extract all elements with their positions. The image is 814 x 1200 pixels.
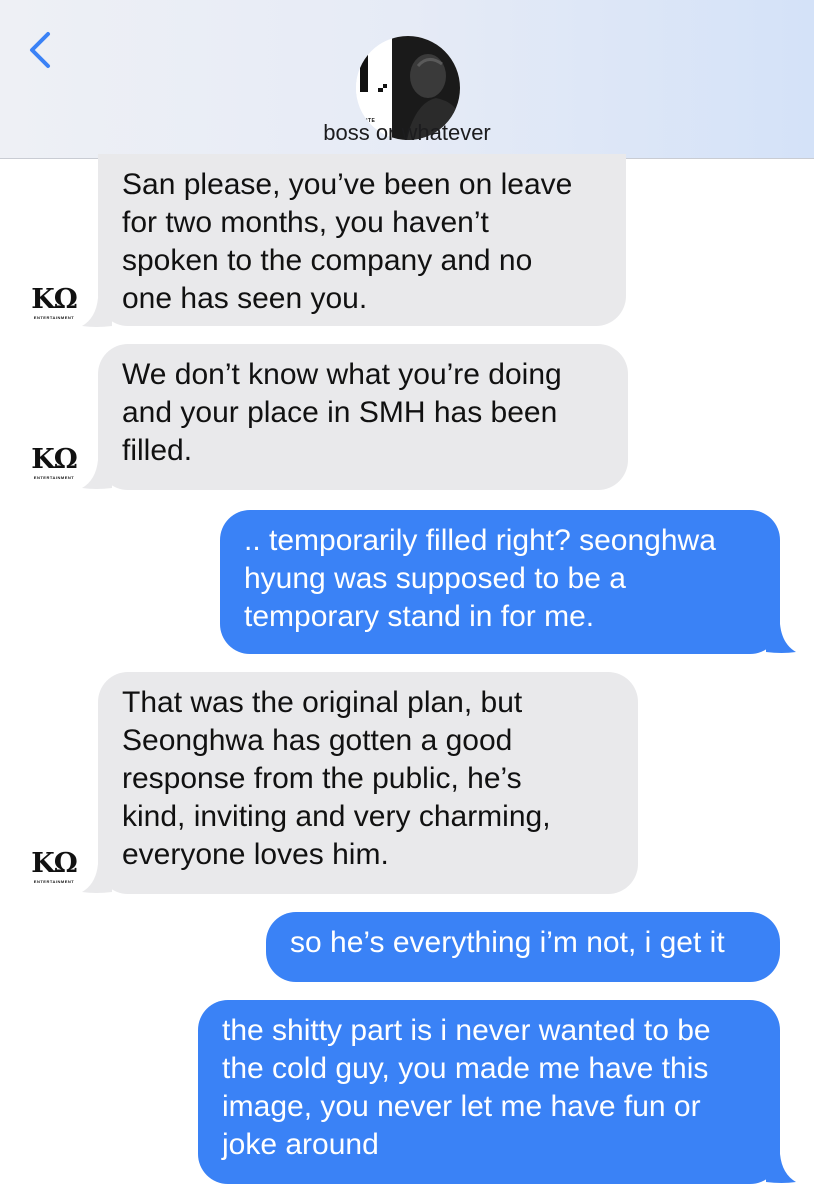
message-line: kind, inviting and very charming, <box>122 800 551 833</box>
message-bubble-received[interactable]: That was the original plan, but Seonghwa… <box>98 672 638 894</box>
bubble-tail <box>82 298 112 327</box>
logo-mark: KΩ <box>31 848 78 879</box>
bubble-tail <box>82 864 112 893</box>
sender-logo: KΩ ENTERTAINMENT <box>30 446 78 486</box>
message-line: That was the original plan, but <box>122 686 523 719</box>
conversation-header: I ENTE boss or whatever <box>0 0 814 159</box>
message-line: one has seen you. <box>122 282 368 315</box>
sender-logo: KΩ ENTERTAINMENT <box>30 850 78 890</box>
logo-mark: KΩ <box>31 284 78 315</box>
message-line: for two months, you haven’t <box>122 206 489 239</box>
message-bubble-sent[interactable]: so he’s everything i’m not, i get it <box>266 912 780 982</box>
message-line: the shitty part is i never wanted to be <box>222 1014 711 1047</box>
message-line: filled. <box>122 434 193 467</box>
message-line: and your place in SMH has been <box>122 396 558 429</box>
bubble-tail <box>766 1154 796 1183</box>
contact-name[interactable]: boss or whatever <box>0 120 814 146</box>
bubble-tail <box>766 624 796 653</box>
message-line: San please, you’ve been on leave <box>122 168 573 201</box>
chevron-left-icon <box>30 32 50 68</box>
message-bubble-received[interactable]: San please, you’ve been on leave for two… <box>98 154 626 326</box>
message-bubble-sent[interactable]: the shitty part is i never wanted to be … <box>198 1000 780 1184</box>
message-line: so he’s everything i’m not, i get it <box>290 926 725 959</box>
logo-subtitle: ENTERTAINMENT <box>33 879 75 884</box>
message-bubble-received[interactable]: We don’t know what you’re doing and your… <box>98 344 628 490</box>
logo-subtitle: ENTERTAINMENT <box>33 475 75 480</box>
back-button[interactable] <box>22 26 62 76</box>
message-line: the cold guy, you made me have this <box>222 1052 709 1085</box>
message-line: We don’t know what you’re doing <box>122 358 562 391</box>
bubble-tail <box>82 460 112 489</box>
message-line: spoken to the company and no <box>122 244 533 277</box>
message-bubble-sent[interactable]: .. temporarily filled right? seonghwa hy… <box>220 510 780 654</box>
message-line: .. temporarily filled right? seonghwa <box>244 524 716 557</box>
logo-subtitle: ENTERTAINMENT <box>33 315 75 320</box>
message-line: everyone loves him. <box>122 838 389 871</box>
message-line: joke around <box>222 1128 379 1161</box>
logo-mark: KΩ <box>31 444 78 475</box>
message-line: response from the public, he’s <box>122 762 522 795</box>
message-line: image, you never let me have fun or <box>222 1090 701 1123</box>
sender-logo: KΩ ENTERTAINMENT <box>30 286 78 326</box>
message-line: Seonghwa has gotten a good <box>122 724 513 757</box>
message-line: hyung was supposed to be a <box>244 562 626 595</box>
message-line: temporary stand in for me. <box>244 600 595 633</box>
